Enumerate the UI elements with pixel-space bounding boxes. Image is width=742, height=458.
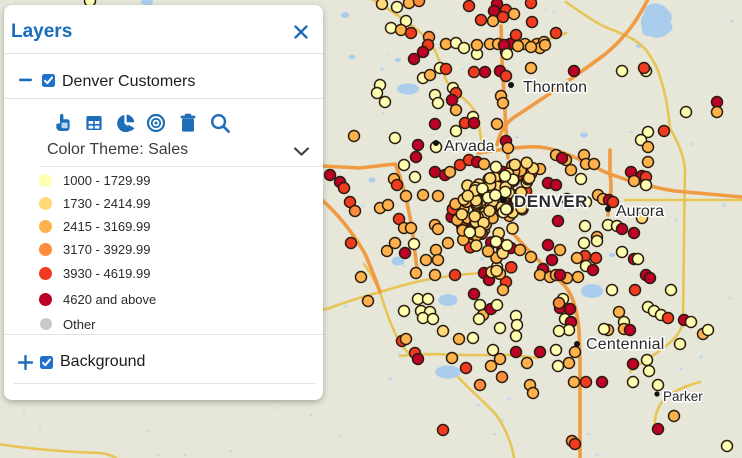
svg-text:Centennial: Centennial bbox=[586, 336, 665, 353]
svg-text:Aurora: Aurora bbox=[616, 203, 664, 220]
svg-text:Arvada: Arvada bbox=[444, 138, 495, 155]
svg-text:Parker: Parker bbox=[663, 389, 703, 404]
svg-text:Thornton: Thornton bbox=[523, 79, 587, 96]
svg-text:DENVER: DENVER bbox=[514, 192, 588, 211]
